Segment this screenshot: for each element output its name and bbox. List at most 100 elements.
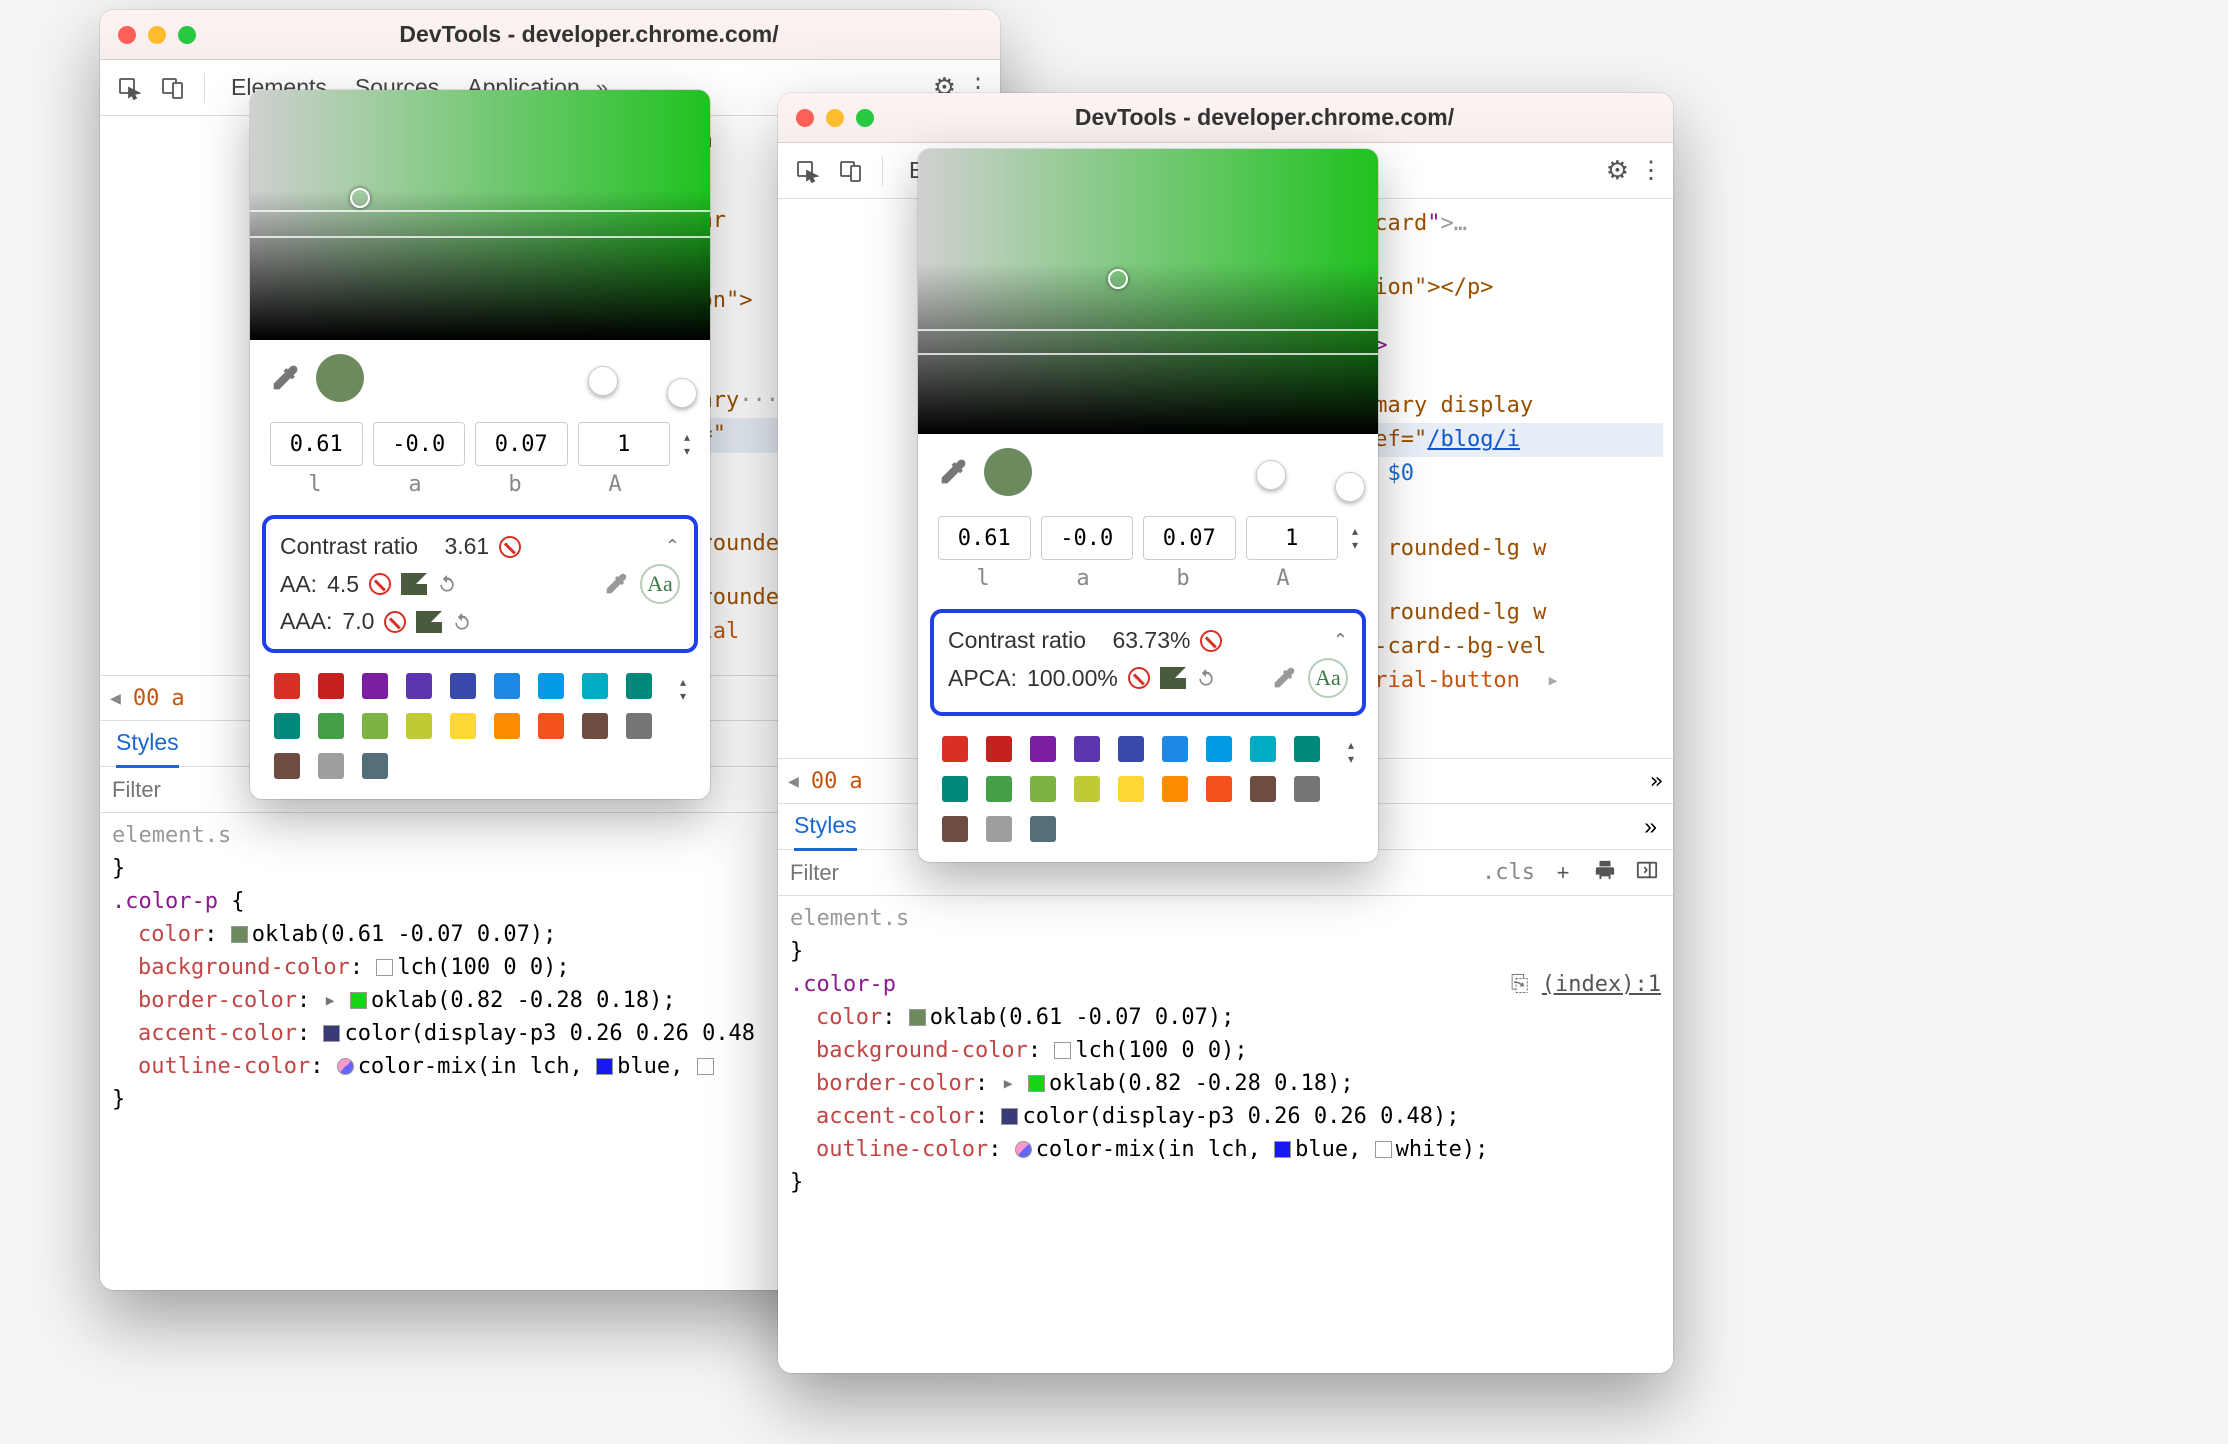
suggested-swatch-icon[interactable] [416,611,442,633]
collapse-icon[interactable]: ⌃ [1333,630,1348,651]
styles-filter-input[interactable] [790,860,900,886]
palette-swatch[interactable] [538,713,564,739]
palette-swatch[interactable] [986,776,1012,802]
palette-swatch[interactable] [318,753,344,779]
plus-icon[interactable]: + [1549,860,1577,886]
color-handle-icon[interactable] [1108,269,1128,289]
palette-swatch[interactable] [986,736,1012,762]
palette-swatch[interactable] [274,673,300,699]
palette-swatch[interactable] [1250,776,1276,802]
palette-swatch[interactable] [406,673,432,699]
eyedropper-icon[interactable] [268,361,302,395]
color-swatch-icon[interactable] [231,926,248,943]
suggested-swatch-icon[interactable] [401,573,427,595]
crumb-prev-icon[interactable]: ◀ [788,771,799,792]
palette-stepper-icon[interactable]: ▴▾ [1348,726,1368,766]
crumb-overflow-icon[interactable]: » [1650,769,1663,794]
palette-swatch[interactable] [1162,776,1188,802]
titlebar[interactable]: DevTools - developer.chrome.com/ [778,93,1673,143]
palette-swatch[interactable] [1294,736,1320,762]
palette-swatch[interactable] [1118,776,1144,802]
palette-swatch[interactable] [362,713,388,739]
palette-swatch[interactable] [942,776,968,802]
color-swatch-icon[interactable] [1028,1075,1045,1092]
minimize-icon[interactable] [148,26,166,44]
current-color-swatch[interactable] [316,354,364,402]
close-icon[interactable] [796,109,814,127]
reload-icon[interactable] [437,574,457,594]
palette-swatch[interactable] [362,753,388,779]
palette-swatch[interactable] [318,713,344,739]
color-mix-icon[interactable] [337,1058,354,1075]
inspect-icon[interactable] [110,69,148,107]
palette-swatch[interactable] [626,713,652,739]
zoom-icon[interactable] [178,26,196,44]
palette-swatch[interactable] [626,673,652,699]
palette-swatch[interactable] [986,816,1012,842]
param-l-input[interactable]: 0.61 [938,516,1031,560]
palette-swatch[interactable] [406,713,432,739]
panel-icon[interactable] [1633,859,1661,887]
aa-badge-icon[interactable]: Aa [640,564,680,604]
param-l-input[interactable]: 0.61 [270,422,363,466]
palette-swatch[interactable] [1294,776,1320,802]
crumb-item[interactable]: a [849,769,862,794]
eyedropper-icon[interactable] [1270,664,1298,692]
crumb-item[interactable]: a [171,686,184,711]
titlebar[interactable]: DevTools - developer.chrome.com/ [100,10,1000,60]
saturation-picker[interactable] [250,90,710,340]
aa-badge-icon[interactable]: Aa [1308,658,1348,698]
color-swatch-icon[interactable] [323,1025,340,1042]
crumb-prev-icon[interactable]: ◀ [110,688,121,709]
css-rules[interactable]: element.s } .color-p ⎘ (index):1 color: … [778,896,1673,1205]
palette-swatch[interactable] [274,713,300,739]
palette-swatch[interactable] [1250,736,1276,762]
palette-swatch[interactable] [1118,736,1144,762]
device-icon[interactable] [832,152,870,190]
palette-swatch[interactable] [942,736,968,762]
palette-swatch[interactable] [1030,816,1056,842]
color-swatch-icon[interactable] [376,959,393,976]
palette-swatch[interactable] [942,816,968,842]
palette-swatch[interactable] [1074,776,1100,802]
suggested-swatch-icon[interactable] [1160,667,1186,689]
color-swatch-icon[interactable] [1274,1141,1291,1158]
palette-swatch[interactable] [1206,736,1232,762]
collapse-icon[interactable]: ⌃ [665,536,680,557]
param-A-input[interactable]: 1 [578,422,671,466]
palette-swatch[interactable] [582,713,608,739]
color-handle-icon[interactable] [350,188,370,208]
param-a-input[interactable]: -0.0 [373,422,466,466]
print-icon[interactable] [1591,859,1619,887]
palette-swatch[interactable] [1030,776,1056,802]
palette-swatch[interactable] [1162,736,1188,762]
palette-swatch[interactable] [1206,776,1232,802]
tab-styles[interactable]: Styles [794,812,857,851]
format-stepper-icon[interactable]: ▴▾ [680,422,690,466]
current-color-swatch[interactable] [984,448,1032,496]
param-b-input[interactable]: 0.07 [1143,516,1236,560]
palette-swatch[interactable] [274,753,300,779]
tabs-overflow-icon[interactable]: » [1644,813,1657,840]
param-a-input[interactable]: -0.0 [1041,516,1134,560]
palette-swatch[interactable] [1074,736,1100,762]
alpha-handle-icon[interactable] [1335,472,1365,502]
inspect-icon[interactable] [788,152,826,190]
reload-icon[interactable] [452,612,472,632]
palette-swatch[interactable] [450,673,476,699]
param-A-input[interactable]: 1 [1246,516,1339,560]
settings-icon[interactable]: ⚙ [1606,155,1629,186]
reload-icon[interactable] [1196,668,1216,688]
alpha-handle-icon[interactable] [667,378,697,408]
param-b-input[interactable]: 0.07 [475,422,568,466]
palette-stepper-icon[interactable]: ▴▾ [680,663,700,703]
hue-handle-icon[interactable] [1256,460,1286,490]
palette-swatch[interactable] [538,673,564,699]
eyedropper-icon[interactable] [602,570,630,598]
color-swatch-icon[interactable] [596,1058,613,1075]
color-swatch-icon[interactable] [1375,1141,1392,1158]
palette-swatch[interactable] [1030,736,1056,762]
color-swatch-icon[interactable] [1001,1108,1018,1125]
menu-icon[interactable]: ⋮ [1639,156,1663,185]
format-stepper-icon[interactable]: ▴▾ [1348,516,1358,560]
